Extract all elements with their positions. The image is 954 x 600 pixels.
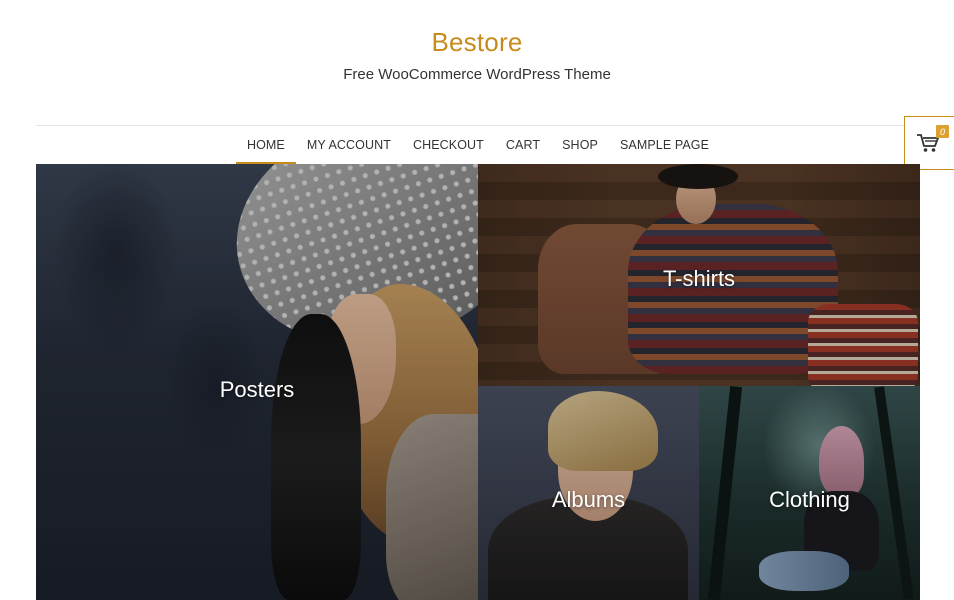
category-grid: Posters T-shirts Albums Clothing <box>36 164 920 600</box>
cart-button[interactable]: 0 <box>904 116 954 170</box>
nav-item-sample-page[interactable]: SAMPLE PAGE <box>609 126 720 164</box>
nav-item-checkout[interactable]: CHECKOUT <box>402 126 495 164</box>
category-label-clothing: Clothing <box>769 487 850 512</box>
category-tile-clothing[interactable]: Clothing <box>699 386 920 600</box>
category-tile-posters[interactable]: Posters <box>36 164 478 600</box>
category-tile-tshirts[interactable]: T-shirts <box>478 164 920 386</box>
nav-item-home[interactable]: HOME <box>235 126 296 164</box>
main-navigation: HOME MY ACCOUNT CHECKOUT CART SHOP SAMPL… <box>36 126 920 164</box>
category-tile-albums[interactable]: Albums <box>478 386 699 600</box>
page: Bestore Free WooCommerce WordPress Theme… <box>0 0 954 600</box>
cart-count-badge: 0 <box>936 125 949 138</box>
category-label-tshirts: T-shirts <box>662 266 736 291</box>
site-title[interactable]: Bestore <box>0 27 954 58</box>
category-label-posters: Posters <box>219 377 295 402</box>
site-tagline: Free WooCommerce WordPress Theme <box>343 66 611 83</box>
category-label-albums: Albums <box>551 487 626 512</box>
nav-item-shop[interactable]: SHOP <box>551 126 609 164</box>
nav-item-my-account[interactable]: MY ACCOUNT <box>296 126 402 164</box>
nav-item-cart[interactable]: CART <box>495 126 551 164</box>
